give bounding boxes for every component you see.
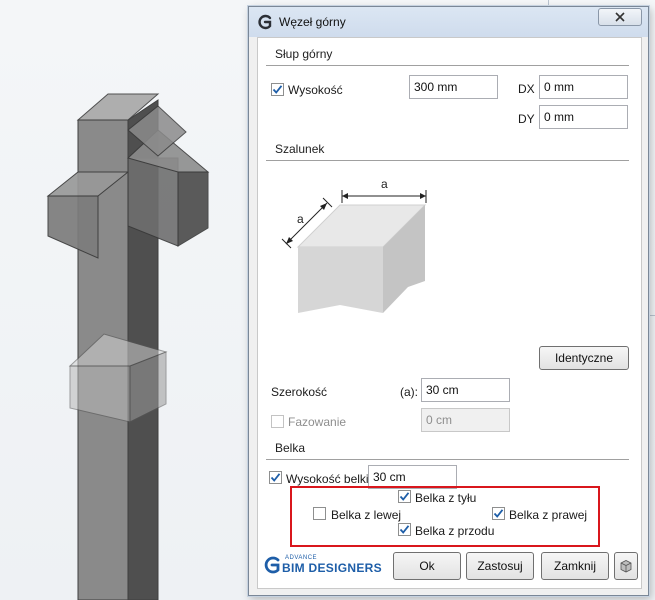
wysokosc-label: Wysokość <box>288 83 343 97</box>
belka-z-tylu-label: Belka z tyłu <box>415 491 477 505</box>
dx-input[interactable] <box>539 75 628 99</box>
title-bar[interactable]: Węzeł górny <box>249 7 648 37</box>
section-divider <box>266 459 629 460</box>
belka-z-prawej-label: Belka z prawej <box>509 508 588 522</box>
help-button[interactable] <box>614 552 638 580</box>
dimension-label-side: a <box>297 212 304 226</box>
checkmark-icon <box>399 492 410 501</box>
section-title-belka: Belka <box>275 441 306 455</box>
dimension-label-top: a <box>381 177 388 191</box>
close-icon <box>615 12 625 22</box>
3d-model <box>46 93 210 600</box>
szerokosc-a-label: (a): <box>400 385 418 399</box>
advance-bim-designers-logo: ADVANCE BIM DESIGNERS <box>263 553 383 577</box>
checkmark-icon <box>270 473 281 482</box>
package-icon <box>620 560 632 573</box>
dx-label: DX <box>518 82 535 96</box>
dy-label: DY <box>518 112 535 126</box>
beam-left-front <box>47 195 99 259</box>
wysokosc-belki-checkbox[interactable] <box>269 471 282 484</box>
belka-z-tylu-checkbox[interactable] <box>398 490 411 503</box>
close-button[interactable]: Zamknij <box>541 552 609 580</box>
fazowanie-checkbox[interactable] <box>271 415 284 428</box>
dialog-title: Węzeł górny <box>279 15 346 29</box>
checkmark-icon <box>493 509 504 518</box>
window-close-button[interactable] <box>598 8 642 26</box>
beam-right-side <box>177 171 209 247</box>
viewport-grid-line <box>649 315 655 316</box>
brand-logo-icon <box>264 556 280 574</box>
ok-button[interactable]: Ok <box>393 552 461 580</box>
belka-z-lewej-label: Belka z lewej <box>331 508 402 522</box>
szerokosc-label: Szerokość <box>271 385 328 399</box>
wysokosc-checkbox[interactable] <box>271 83 284 96</box>
belka-z-lewej-checkbox[interactable] <box>313 507 326 520</box>
app-logo-icon <box>258 14 272 30</box>
section-divider <box>266 65 629 66</box>
fazowanie-label: Fazowanie <box>288 415 347 429</box>
szerokosc-input[interactable] <box>421 378 510 402</box>
belka-z-przodu-label: Belka z przodu <box>415 524 495 538</box>
node-dialog: Węzeł górny Słup górny Wysokość DX DY Sz… <box>248 6 649 596</box>
brand-text: BIM DESIGNERS <box>282 561 382 575</box>
dialog-body: Słup górny Wysokość DX DY Szalunek <box>257 37 642 589</box>
section-title-szalunek: Szalunek <box>275 142 325 156</box>
dy-input[interactable] <box>539 105 628 129</box>
checkmark-icon <box>399 525 410 534</box>
section-title-slup-gorny: Słup górny <box>275 47 333 61</box>
apply-button[interactable]: Zastosuj <box>466 552 534 580</box>
section-divider <box>266 160 629 161</box>
fazowanie-input[interactable] <box>421 408 510 432</box>
wysokosc-belki-label: Wysokość belki <box>286 472 369 486</box>
formwork-dimension-diagram: a a <box>281 177 427 313</box>
identyczne-button[interactable]: Identyczne <box>539 346 629 370</box>
belka-z-prawej-checkbox[interactable] <box>492 507 505 520</box>
checkmark-icon <box>272 85 283 94</box>
wysokosc-input[interactable] <box>409 75 498 99</box>
belka-z-przodu-checkbox[interactable] <box>398 523 411 536</box>
